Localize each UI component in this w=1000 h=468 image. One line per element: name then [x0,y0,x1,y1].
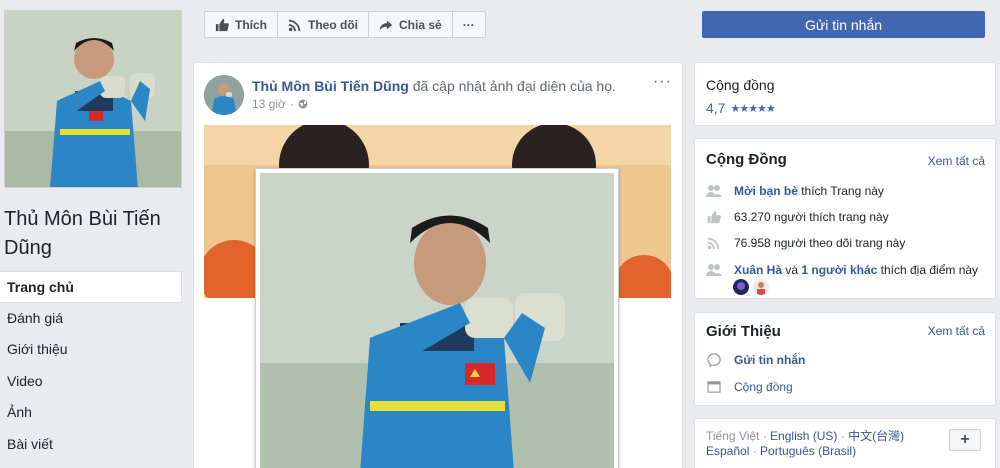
post-action-text: đã cập nhật ảnh đại diện của họ. [412,78,616,94]
friend-avatar[interactable] [733,279,749,295]
invite-friends-link[interactable]: Mời bạn bè [734,184,798,198]
dot-separator: · [289,97,294,111]
page-name[interactable]: Thủ Môn Bùi Tiến Dũng [4,205,184,263]
post-timestamp[interactable]: 13 giờ [252,97,286,111]
checkin-row: Xuân Hà và 1 người khác thích địa điểm n… [706,263,978,277]
nav-item-reviews[interactable]: Đánh giá [0,303,182,335]
follows-count: 76.958 người theo dõi trang này [734,236,906,250]
community-card: Cộng Đồng Xem tất cả Mời bạn bè thích Tr… [694,138,996,299]
thumbs-up-icon [215,18,229,31]
more-dots-icon: ··· [462,17,475,32]
friend-avatars [733,279,769,295]
likes-count: 63.270 người thích trang này [734,210,889,224]
follow-button[interactable]: Theo dõi [278,12,369,37]
post-author-link[interactable]: Thủ Môn Bùi Tiến Dũng [252,78,409,94]
separator: · [749,444,761,458]
language-portuguese-link[interactable]: Português (Brasil) [760,444,856,458]
about-message-row: Gửi tin nhắn [706,353,805,367]
checkin-others-link[interactable]: 1 người khác [801,263,877,277]
more-options-button[interactable]: ··· [453,12,485,37]
post-header: Thủ Môn Bùi Tiến Dũng đã cập nhật ảnh đạ… [252,77,616,95]
page-action-bar: Thích Theo dõi Chia sẻ ··· [204,11,486,38]
avatar-image [204,75,244,115]
language-list: Tiếng Việt · English (US) · 中文(台灣) Españ… [706,429,946,459]
language-card: Tiếng Việt · English (US) · 中文(台灣) Españ… [694,418,996,468]
people-icon [706,264,722,276]
like-label: Thích [235,17,267,32]
rss-icon [288,19,301,31]
nav-item-videos[interactable]: Video [0,366,182,398]
language-chinese-link[interactable]: 中文(台灣) [848,429,904,443]
about-card: Giới Thiệu Xem tất cả Gửi tin nhắn Cộng … [694,312,996,406]
checkin-text: thích địa điểm này [880,263,979,277]
left-column: Thủ Môn Bùi Tiến Dũng Trang chủ Đánh giá… [0,0,192,468]
language-english-link[interactable]: English (US) [770,429,837,443]
nav-item-about[interactable]: Giới thiệu [0,334,182,366]
star-rating-icon: ★★★★★ [730,102,775,115]
likes-count-row: 63.270 người thích trang này [706,210,889,224]
follow-label: Theo dõi [308,17,358,32]
checkin-and: và [785,263,799,277]
people-icon [706,185,722,197]
more-languages-button[interactable]: + [949,429,981,451]
post-meta: 13 giờ · [252,97,308,111]
about-community-row: Cộng đồng [706,380,793,394]
page-nav: Trang chủ Đánh giá Giới thiệu Video Ảnh … [0,271,182,460]
invite-text: thích Trang này [801,184,884,198]
post-author-avatar[interactable] [204,75,244,115]
friend-avatar-image [753,279,769,295]
rating-card-title: Cộng đồng [706,77,775,93]
about-send-message-link[interactable]: Gửi tin nhắn [734,353,805,367]
language-spanish-link[interactable]: Español [706,444,749,458]
goalkeeper-large-photo [260,173,614,468]
goalkeeper-photo [5,11,181,187]
share-arrow-icon [379,20,393,30]
invite-friends-row: Mời bạn bè thích Trang này [706,184,884,198]
checkin-friend-link[interactable]: Xuân Hà [734,263,782,277]
share-label: Chia sẻ [399,17,442,32]
nav-item-posts[interactable]: Bài viết [0,429,182,461]
share-button[interactable]: Chia sẻ [369,12,453,37]
separator: · [759,429,771,443]
follows-count-row: 76.958 người theo dõi trang này [706,236,905,250]
page-category-icon [707,381,721,393]
rating-summary[interactable]: 4,7 ★★★★★ [706,100,776,116]
rss-icon [707,237,720,250]
community-title: Cộng Đồng [706,151,787,168]
thumbs-up-icon [707,210,721,224]
nav-item-home[interactable]: Trang chủ [0,271,182,303]
messenger-icon [707,353,721,367]
like-button[interactable]: Thích [205,12,278,37]
friend-avatar[interactable] [753,279,769,295]
rating-score: 4,7 [706,100,726,116]
send-message-button[interactable]: Gửi tin nhắn [702,11,985,38]
separator: · [837,429,849,443]
friend-avatar-image [733,279,749,295]
about-see-all-link[interactable]: Xem tất cả [928,324,985,338]
profile-picture[interactable] [4,10,182,188]
profile-photo-preview[interactable] [255,168,619,468]
about-community-link[interactable]: Cộng đồng [734,380,793,394]
community-rating-card: Cộng đồng 4,7 ★★★★★ [694,62,996,126]
about-title: Giới Thiệu [706,323,781,340]
language-current: Tiếng Việt [706,429,760,443]
nav-item-photos[interactable]: Ảnh [0,397,182,429]
globe-icon [298,99,308,109]
community-see-all-link[interactable]: Xem tất cả [928,154,985,168]
post-options-icon[interactable]: ··· [653,73,672,91]
